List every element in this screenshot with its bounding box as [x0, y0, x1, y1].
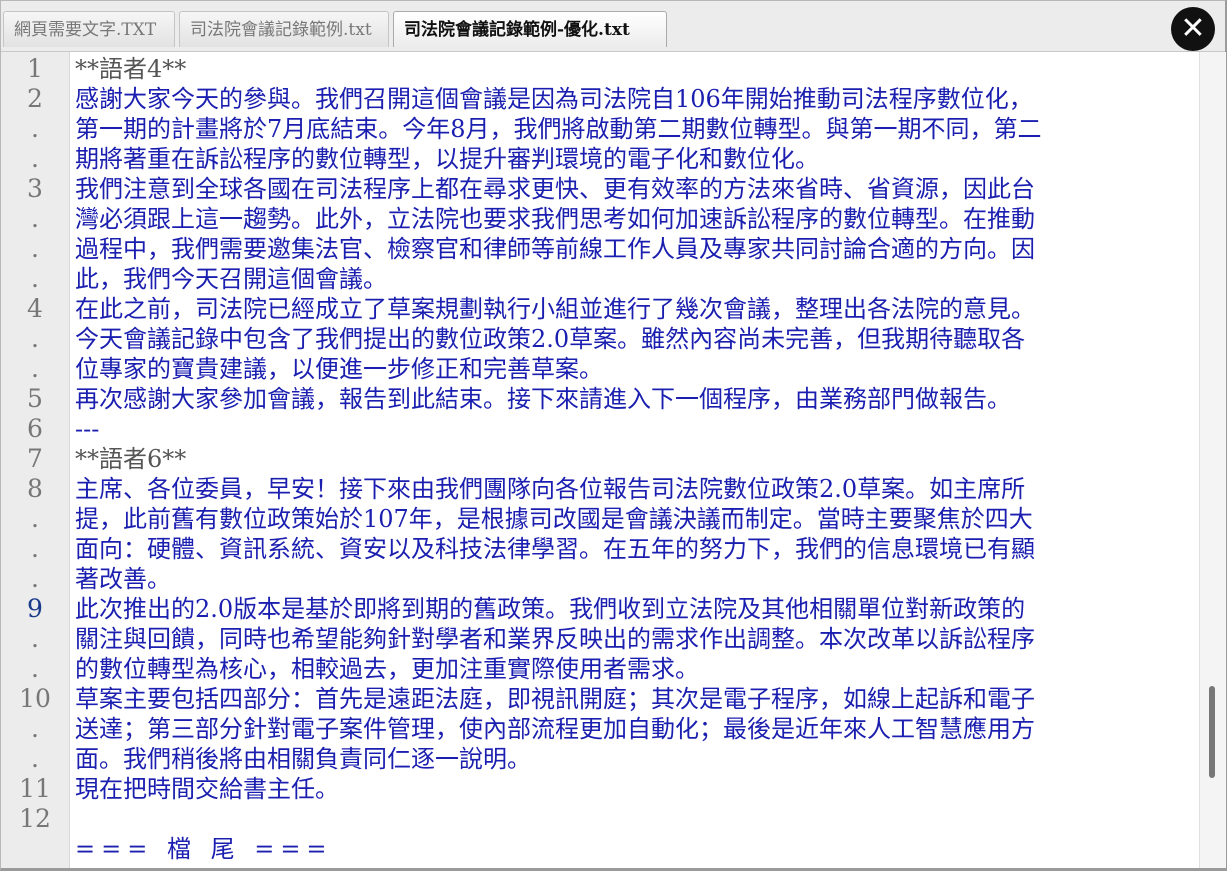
line-number: .: [31, 534, 39, 563]
line-number: 10: [19, 684, 51, 713]
text-line: 提，此前舊有數位政策始於107年，是根據司改國是會議決議而制定。當時主要聚焦於四…: [75, 505, 1033, 533]
text-line: 現在把時間交給書主任。: [75, 775, 339, 803]
scrollbar-thumb[interactable]: [1209, 686, 1215, 778]
editor-window: 網頁需要文字.TXT 司法院會議記錄範例.txt 司法院會議記錄範例-優化.tx…: [0, 0, 1227, 871]
text-line: 面向：硬體、資訊系統、資安以及科技法律學習。在五年的努力下，我們的信息環境已有顯: [75, 535, 1035, 563]
text-line: 第一期的計畫將於7月底結束。今年8月，我們將啟動第二期數位轉型。與第一期不同，第…: [75, 115, 1042, 143]
vertical-scrollbar[interactable]: [1199, 52, 1226, 868]
line-number: 7: [27, 444, 43, 473]
line-number: .: [31, 114, 39, 143]
text-line: 期將著重在訴訟程序的數位轉型，以提升審判環境的電子化和數位化。: [75, 145, 819, 173]
text-line: 再次感謝大家參加會議，報告到此結束。接下來請進入下一個程序，由業務部門做報告。: [75, 385, 1011, 413]
line-number: .: [31, 144, 39, 173]
text-line: 今天會議記錄中包含了我們提出的數位政策2.0草案。雖然內容尚未完善，但我期待聽取…: [75, 325, 1026, 353]
line-number: .: [31, 354, 39, 383]
line-number: 6: [27, 414, 43, 443]
tab-bar: 網頁需要文字.TXT 司法院會議記錄範例.txt 司法院會議記錄範例-優化.tx…: [1, 1, 1225, 52]
line-number: .: [31, 204, 39, 233]
line-number: .: [31, 654, 39, 683]
line-number: 4: [27, 294, 43, 323]
speaker-heading: **語者6**: [75, 445, 187, 473]
text-line: 面。我們稍後將由相關負責同仁逐一說明。: [75, 745, 531, 773]
tab-meeting-record[interactable]: 司法院會議記錄範例.txt: [179, 11, 389, 47]
line-number: 11: [19, 774, 51, 803]
close-icon[interactable]: ✕: [1171, 7, 1215, 51]
line-number: .: [31, 564, 39, 593]
line-number: 2: [27, 84, 43, 113]
text-line: 送達；第三部分針對電子案件管理，使內部流程更加自動化；最後是近年來人工智慧應用方: [75, 715, 1035, 743]
text-line: 我們注意到全球各國在司法程序上都在尋求更快、更有效率的方法來省時、省資源，因此台: [75, 175, 1035, 203]
line-number: .: [31, 264, 39, 293]
line-number: 3: [27, 174, 43, 203]
line-number: 8: [27, 474, 43, 503]
line-number: .: [31, 714, 39, 743]
separator-line: ---: [75, 415, 100, 443]
line-number: .: [31, 624, 39, 653]
text-line: 著改善。: [75, 565, 171, 593]
text-line: 的數位轉型為核心，相較過去，更加注重實際使用者需求。: [75, 655, 699, 683]
text-line: 感謝大家今天的參與。我們召開這個會議是因為司法院自106年開始推動司法程序數位化…: [75, 85, 1033, 113]
line-number: .: [31, 504, 39, 533]
line-number: 5: [27, 384, 43, 413]
text-line: 關注與回饋，同時也希望能夠針對學者和業界反映出的需求作出調整。本次改革以訴訟程序: [75, 625, 1035, 653]
text-line: 位專家的寶貴建議，以便進一步修正和完善草案。: [75, 355, 603, 383]
tab-meeting-record-optimized[interactable]: 司法院會議記錄範例-優化.txt: [393, 11, 667, 47]
tab-web-text[interactable]: 網頁需要文字.TXT: [3, 11, 175, 47]
speaker-heading: **語者4**: [75, 55, 187, 83]
text-line: 灣必須跟上這一趨勢。此外，立法院也要求我們思考如何加速訴訟程序的數位轉型。在推動: [75, 205, 1035, 233]
line-number: .: [31, 744, 39, 773]
text-line: 主席、各位委員，早安！接下來由我們團隊向各位報告司法院數位政策2.0草案。如主席…: [75, 475, 1026, 503]
end-of-file-marker: === 檔 尾 ===: [75, 835, 333, 863]
line-number: 12: [19, 804, 51, 833]
line-number: 1: [27, 54, 43, 83]
line-number: .: [31, 324, 39, 353]
text-line: 在此之前，司法院已經成立了草案規劃執行小組並進行了幾次會議，整理出各法院的意見。: [75, 295, 1035, 323]
line-number: 9: [27, 594, 43, 623]
text-line: 過程中，我們需要邀集法官、檢察官和律師等前線工作人員及專家共同討論合適的方向。因: [75, 235, 1035, 263]
text-content-area[interactable]: **語者4** 感謝大家今天的參與。我們召開這個會議是因為司法院自106年開始推…: [75, 52, 1197, 868]
text-line: 草案主要包括四部分：首先是遠距法庭，即視訊開庭；其次是電子程序，如線上起訴和電子: [75, 685, 1035, 713]
text-line: 此次推出的2.0版本是基於即將到期的舊政策。我們收到立法院及其他相關單位對新政策…: [75, 595, 1026, 623]
line-number: .: [31, 234, 39, 263]
line-number-gutter: 1 2 . . 3 . . . 4 . . 5 6 7 8 . . . 9 . …: [1, 52, 70, 868]
text-line: 此，我們今天召開這個會議。: [75, 265, 387, 293]
